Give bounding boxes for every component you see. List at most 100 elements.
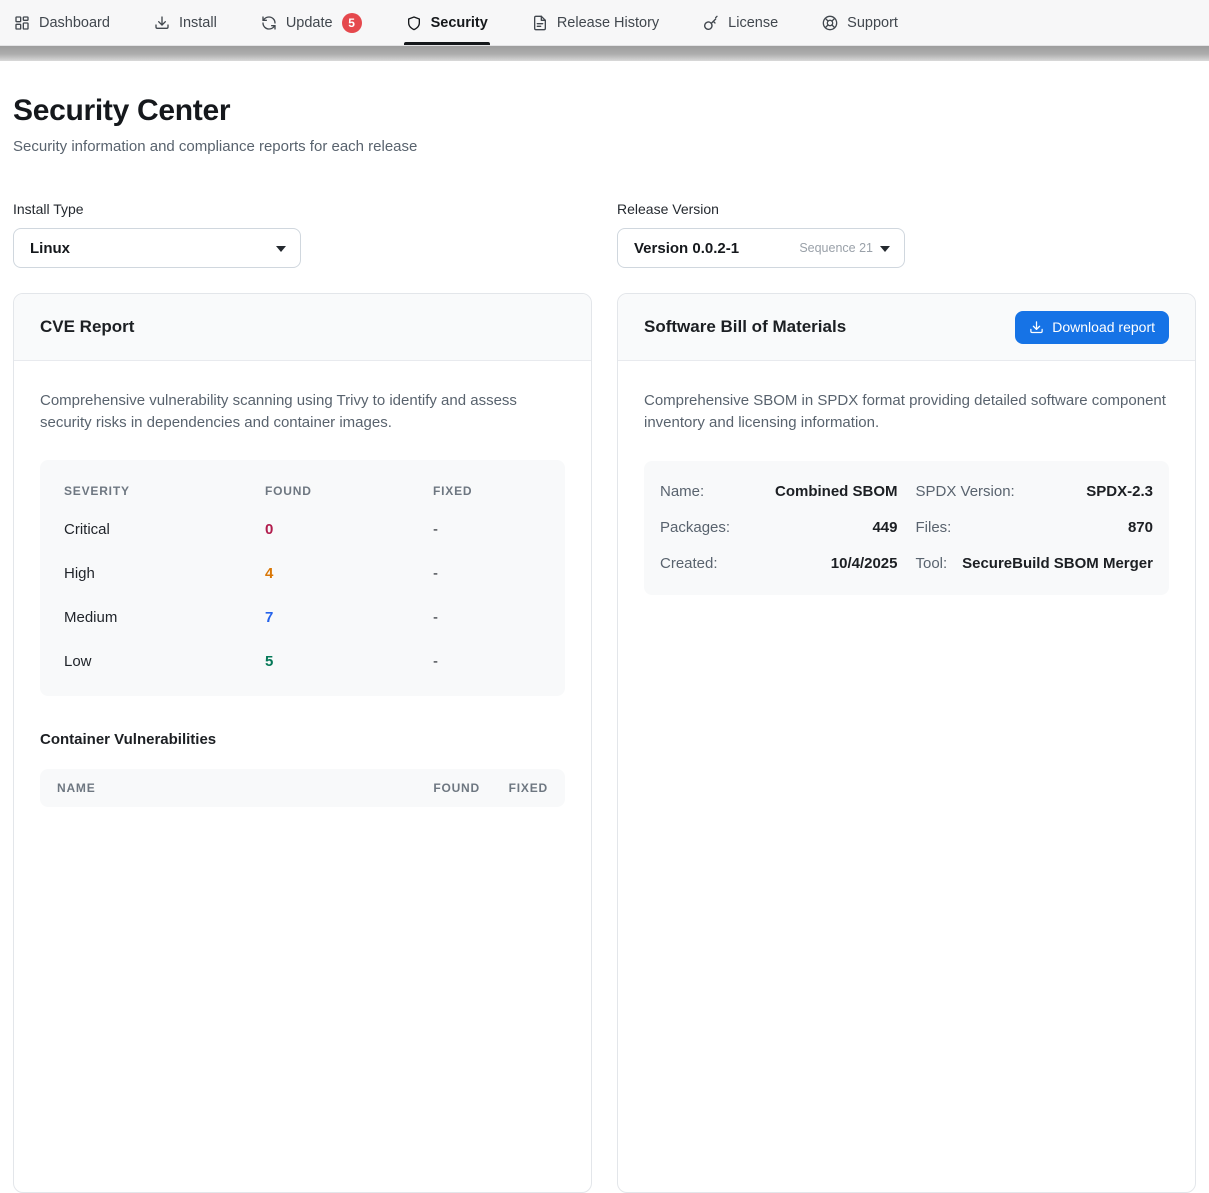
- column-header-fixed: Fixed: [494, 781, 548, 795]
- sbom-detail-spdx-version: SPDX Version: SPDX-2.3: [916, 483, 1154, 500]
- nav-label: Support: [847, 15, 898, 31]
- nav-label: Release History: [557, 15, 659, 31]
- nav-item-license[interactable]: License: [703, 0, 778, 45]
- cve-report-description: Comprehensive vulnerability scanning usi…: [40, 390, 565, 434]
- detail-value: Combined SBOM: [716, 483, 897, 500]
- file-text-icon: [532, 15, 548, 31]
- sbom-description: Comprehensive SBOM in SPDX format provid…: [644, 390, 1169, 434]
- severity-table: Severity Found Fixed Critical 0 - High 4…: [40, 460, 565, 696]
- update-count-badge: 5: [342, 13, 362, 33]
- sbom-details-row: Created: 10/4/2025 Tool: SecureBuild SBO…: [660, 546, 1153, 582]
- detail-label: SPDX Version:: [916, 483, 1015, 500]
- sbom-detail-created: Created: 10/4/2025: [660, 555, 898, 572]
- main-content: Security Center Security information and…: [0, 94, 1209, 1193]
- release-version-select[interactable]: Version 0.0.2-1 Sequence 21: [617, 228, 905, 268]
- fixed-count: -: [433, 521, 541, 538]
- found-count: 0: [265, 521, 433, 538]
- dashboard-icon: [14, 15, 30, 31]
- refresh-icon: [261, 15, 277, 31]
- found-count: 4: [265, 565, 433, 582]
- cve-report-header: CVE Report: [14, 294, 591, 361]
- chevron-down-icon: [276, 239, 286, 257]
- release-version-value: Version 0.0.2-1: [634, 240, 739, 257]
- filters-row: Install Type Linux Release Version Versi…: [13, 201, 1196, 268]
- sbom-card: Software Bill of Materials Download repo…: [617, 293, 1196, 1193]
- nav-label: Install: [179, 15, 217, 31]
- release-version-filter: Release Version Version 0.0.2-1 Sequence…: [617, 201, 1196, 268]
- sbom-details-row: Packages: 449 Files: 870: [660, 510, 1153, 546]
- download-icon: [1029, 320, 1044, 335]
- column-header-found: Found: [418, 781, 480, 795]
- download-report-button[interactable]: Download report: [1015, 311, 1169, 344]
- nav-item-install[interactable]: Install: [154, 0, 217, 45]
- detail-label: Name:: [660, 483, 704, 500]
- install-type-select[interactable]: Linux: [13, 228, 301, 268]
- cve-report-card: CVE Report Comprehensive vulnerability s…: [13, 293, 592, 1193]
- page-title: Security Center: [13, 94, 1196, 128]
- detail-label: Created:: [660, 555, 718, 572]
- sbom-details-row: Name: Combined SBOM SPDX Version: SPDX-2…: [660, 474, 1153, 510]
- nav-item-security[interactable]: Security: [406, 0, 488, 45]
- nav-item-support[interactable]: Support: [822, 0, 898, 45]
- sbom-body: Comprehensive SBOM in SPDX format provid…: [618, 361, 1195, 624]
- severity-label: Low: [64, 653, 265, 670]
- container-vulnerabilities-table-header: Name Found Fixed: [40, 769, 565, 807]
- nav-label: Security: [431, 15, 488, 31]
- active-tab-underline: [404, 42, 490, 45]
- detail-value: 10/4/2025: [730, 555, 898, 572]
- detail-value: 449: [742, 519, 897, 536]
- table-row-medium: Medium 7 -: [64, 596, 541, 640]
- nav-item-dashboard[interactable]: Dashboard: [14, 0, 110, 45]
- detail-label: Packages:: [660, 519, 730, 536]
- detail-value: SPDX-2.3: [1027, 483, 1153, 500]
- column-header-fixed: Fixed: [433, 484, 541, 498]
- page-subtitle: Security information and compliance repo…: [13, 138, 1196, 155]
- column-header-severity: Severity: [64, 484, 265, 498]
- nav-item-update[interactable]: Update 5: [261, 0, 362, 45]
- table-row-critical: Critical 0 -: [64, 508, 541, 552]
- nav-label: License: [728, 15, 778, 31]
- column-header-found: Found: [265, 484, 433, 498]
- download-report-label: Download report: [1052, 319, 1155, 335]
- nav-item-release-history[interactable]: Release History: [532, 0, 659, 45]
- cve-report-title: CVE Report: [40, 317, 134, 337]
- sbom-detail-files: Files: 870: [916, 519, 1154, 536]
- scroll-shadow-band: [0, 46, 1209, 61]
- severity-label: Medium: [64, 609, 265, 626]
- found-count: 5: [265, 653, 433, 670]
- fixed-count: -: [433, 565, 541, 582]
- severity-label: High: [64, 565, 265, 582]
- detail-value: 870: [963, 519, 1153, 536]
- nav-label: Update: [286, 15, 333, 31]
- chevron-down-icon: [880, 239, 890, 257]
- severity-label: Critical: [64, 521, 265, 538]
- install-type-filter: Install Type Linux: [13, 201, 592, 268]
- sbom-header: Software Bill of Materials Download repo…: [618, 294, 1195, 361]
- detail-label: Tool:: [916, 555, 948, 572]
- install-type-label: Install Type: [13, 201, 592, 217]
- sbom-title: Software Bill of Materials: [644, 317, 846, 337]
- top-navigation: Dashboard Install Update 5 Security Rele…: [0, 0, 1209, 46]
- sbom-detail-packages: Packages: 449: [660, 519, 898, 536]
- fixed-count: -: [433, 653, 541, 670]
- download-icon: [154, 15, 170, 31]
- column-header-name: Name: [57, 781, 404, 795]
- nav-label: Dashboard: [39, 15, 110, 31]
- key-icon: [703, 15, 719, 31]
- life-buoy-icon: [822, 15, 838, 31]
- cve-report-body: Comprehensive vulnerability scanning usi…: [14, 361, 591, 836]
- fixed-count: -: [433, 609, 541, 626]
- shield-icon: [406, 15, 422, 31]
- detail-value: SecureBuild SBOM Merger: [959, 555, 1153, 572]
- sbom-detail-name: Name: Combined SBOM: [660, 483, 898, 500]
- table-row-high: High 4 -: [64, 552, 541, 596]
- sbom-detail-tool: Tool: SecureBuild SBOM Merger: [916, 555, 1154, 572]
- sbom-details-panel: Name: Combined SBOM SPDX Version: SPDX-2…: [644, 461, 1169, 595]
- release-sequence-label: Sequence 21: [799, 241, 873, 255]
- detail-label: Files:: [916, 519, 952, 536]
- table-row-low: Low 5 -: [64, 640, 541, 684]
- cards-row: CVE Report Comprehensive vulnerability s…: [13, 293, 1196, 1193]
- release-version-label: Release Version: [617, 201, 1196, 217]
- severity-table-header: Severity Found Fixed: [64, 468, 541, 508]
- found-count: 7: [265, 609, 433, 626]
